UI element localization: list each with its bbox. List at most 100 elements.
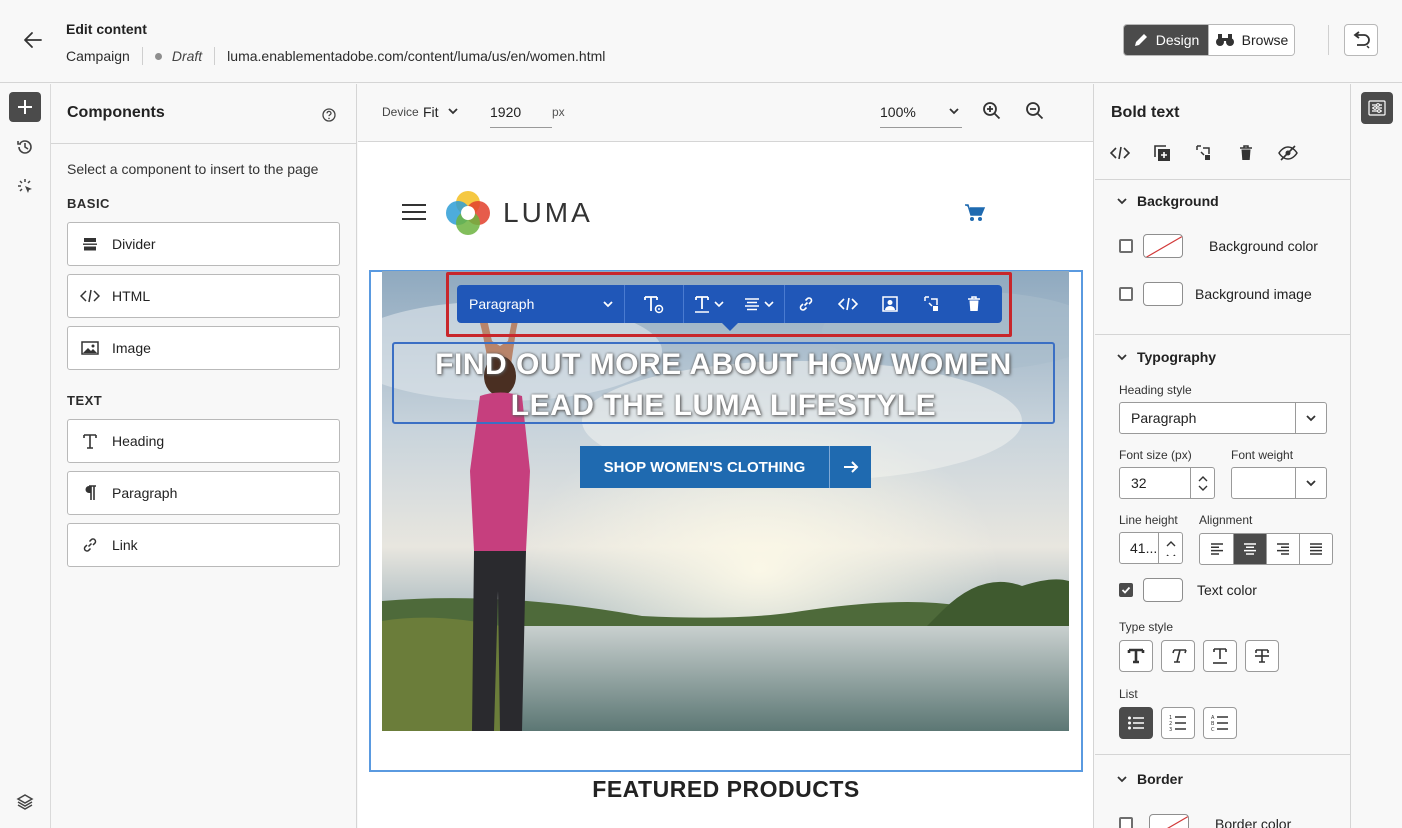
component-divider[interactable]: Divider [67,222,340,266]
typography-section-toggle[interactable]: Typography [1117,349,1216,365]
channel-label: Campaign [66,48,130,64]
personalization-button[interactable] [869,285,911,323]
border-color-checkbox[interactable] [1119,817,1133,828]
background-image-swatch[interactable] [1143,282,1183,306]
align-right-icon [1277,543,1289,555]
shop-womens-clothing-button[interactable]: SHOP WOMEN'S CLOTHING [580,446,871,488]
border-color-swatch[interactable] [1149,814,1189,828]
status-badge: Draft [171,48,203,64]
font-weight-select[interactable] [1231,467,1327,499]
align-right-button[interactable] [1266,534,1299,564]
select-parent-button[interactable] [911,285,953,323]
font-size-stepper[interactable]: 32 [1119,467,1215,499]
background-heading: Background [1137,193,1219,209]
plus-icon [18,100,32,114]
component-label: HTML [112,288,151,304]
design-mode-button[interactable]: Design [1124,25,1208,55]
align-left-button[interactable] [1200,534,1233,564]
zoom-out-icon[interactable] [1025,101,1045,121]
alignment-label: Alignment [1199,513,1253,527]
component-heading[interactable]: Heading [67,419,340,463]
properties-toolbar [1109,142,1299,164]
border-section-toggle[interactable]: Border [1117,771,1183,787]
strikethrough-button[interactable] [1245,640,1279,672]
typography-heading: Typography [1137,349,1217,365]
chevron-down-icon [1295,468,1326,498]
background-section-toggle[interactable]: Background [1117,193,1219,209]
line-height-stepper[interactable]: 41... [1119,532,1183,564]
list-label: List [1119,687,1138,701]
menu-icon[interactable] [402,204,426,220]
cta-label: SHOP WOMEN'S CLOTHING [603,458,806,476]
hero-image[interactable] [382,271,1069,731]
alignment-dropdown[interactable] [734,285,784,323]
background-image-checkbox[interactable] [1119,287,1133,301]
toolbar-caret [722,323,738,331]
layers-button[interactable] [9,787,41,817]
component-link[interactable]: Link [67,523,340,567]
device-picker[interactable]: Fit [423,104,439,120]
text-color-checkbox[interactable] [1119,583,1133,597]
background-color-swatch[interactable] [1143,234,1183,258]
text-format-button[interactable] [625,285,683,323]
heading-style-select[interactable]: Paragraph [1119,402,1327,434]
cart-icon[interactable] [964,203,986,223]
hero-headline[interactable]: FIND OUT MORE ABOUT HOW WOMEN LEAD THE L… [392,344,1055,426]
component-image[interactable]: Image [67,326,340,370]
text-style-dropdown[interactable]: Paragraph [457,285,625,323]
background-color-checkbox[interactable] [1119,239,1133,253]
right-rail [1352,84,1402,828]
bullet-list-button[interactable] [1119,707,1153,739]
cursor-click-icon [18,179,32,193]
stepper-arrows[interactable] [1190,468,1214,498]
bold-button[interactable] [1119,640,1153,672]
top-header: Edit content Campaign Draft luma.enablem… [0,0,1402,83]
undo-button[interactable] [1344,24,1378,56]
select-element-button[interactable] [9,172,41,202]
lettered-list-button[interactable]: ABC [1203,707,1237,739]
duplicate-icon [1154,145,1170,161]
component-label: Divider [112,236,156,252]
select-parent-icon [924,296,938,311]
font-style-dropdown[interactable] [684,285,734,323]
trash-icon [1240,145,1252,160]
background-color-label: Background color [1209,238,1318,254]
component-html[interactable]: HTML [67,274,340,318]
stepper-arrows[interactable] [1158,533,1182,563]
browse-mode-button[interactable]: Browse [1208,25,1294,55]
edit-html-button[interactable] [1109,142,1131,164]
component-label: Paragraph [112,485,178,501]
text-color-swatch[interactable] [1143,578,1183,602]
align-justify-button[interactable] [1299,534,1332,564]
delete-button[interactable] [1235,142,1257,164]
back-button[interactable] [20,27,48,53]
eye-off-icon [1278,145,1298,161]
properties-toggle-button[interactable] [1361,92,1393,124]
arrow-left-icon [24,32,42,48]
font-size-label: Font size (px) [1119,448,1192,462]
help-button[interactable] [322,108,336,122]
align-center-button[interactable] [1233,534,1266,564]
chevron-down-icon [1117,354,1127,361]
history-button[interactable] [9,132,41,162]
add-components-button[interactable] [9,92,41,122]
delete-button[interactable] [953,285,995,323]
underline-button[interactable] [1203,640,1237,672]
text-style-value: Paragraph [469,296,535,312]
hide-button[interactable] [1277,142,1299,164]
properties-panel: Bold text Background Background color Ba… [1095,84,1351,828]
strikethrough-icon [1255,649,1269,663]
edit-html-button[interactable] [827,285,869,323]
zoom-in-icon[interactable] [982,101,1002,121]
select-parent-button[interactable] [1193,142,1215,164]
lettered-list-icon: ABC [1211,715,1228,732]
chevron-down-icon[interactable] [948,106,960,116]
duplicate-button[interactable] [1151,142,1173,164]
basic-section-label: BASIC [67,196,110,211]
insert-link-button[interactable] [785,285,827,323]
component-paragraph[interactable]: Paragraph [67,471,340,515]
width-input[interactable] [490,96,552,128]
italic-button[interactable] [1161,640,1195,672]
numbered-list-button[interactable]: 123 [1161,707,1195,739]
chevron-down-icon[interactable] [447,106,459,116]
